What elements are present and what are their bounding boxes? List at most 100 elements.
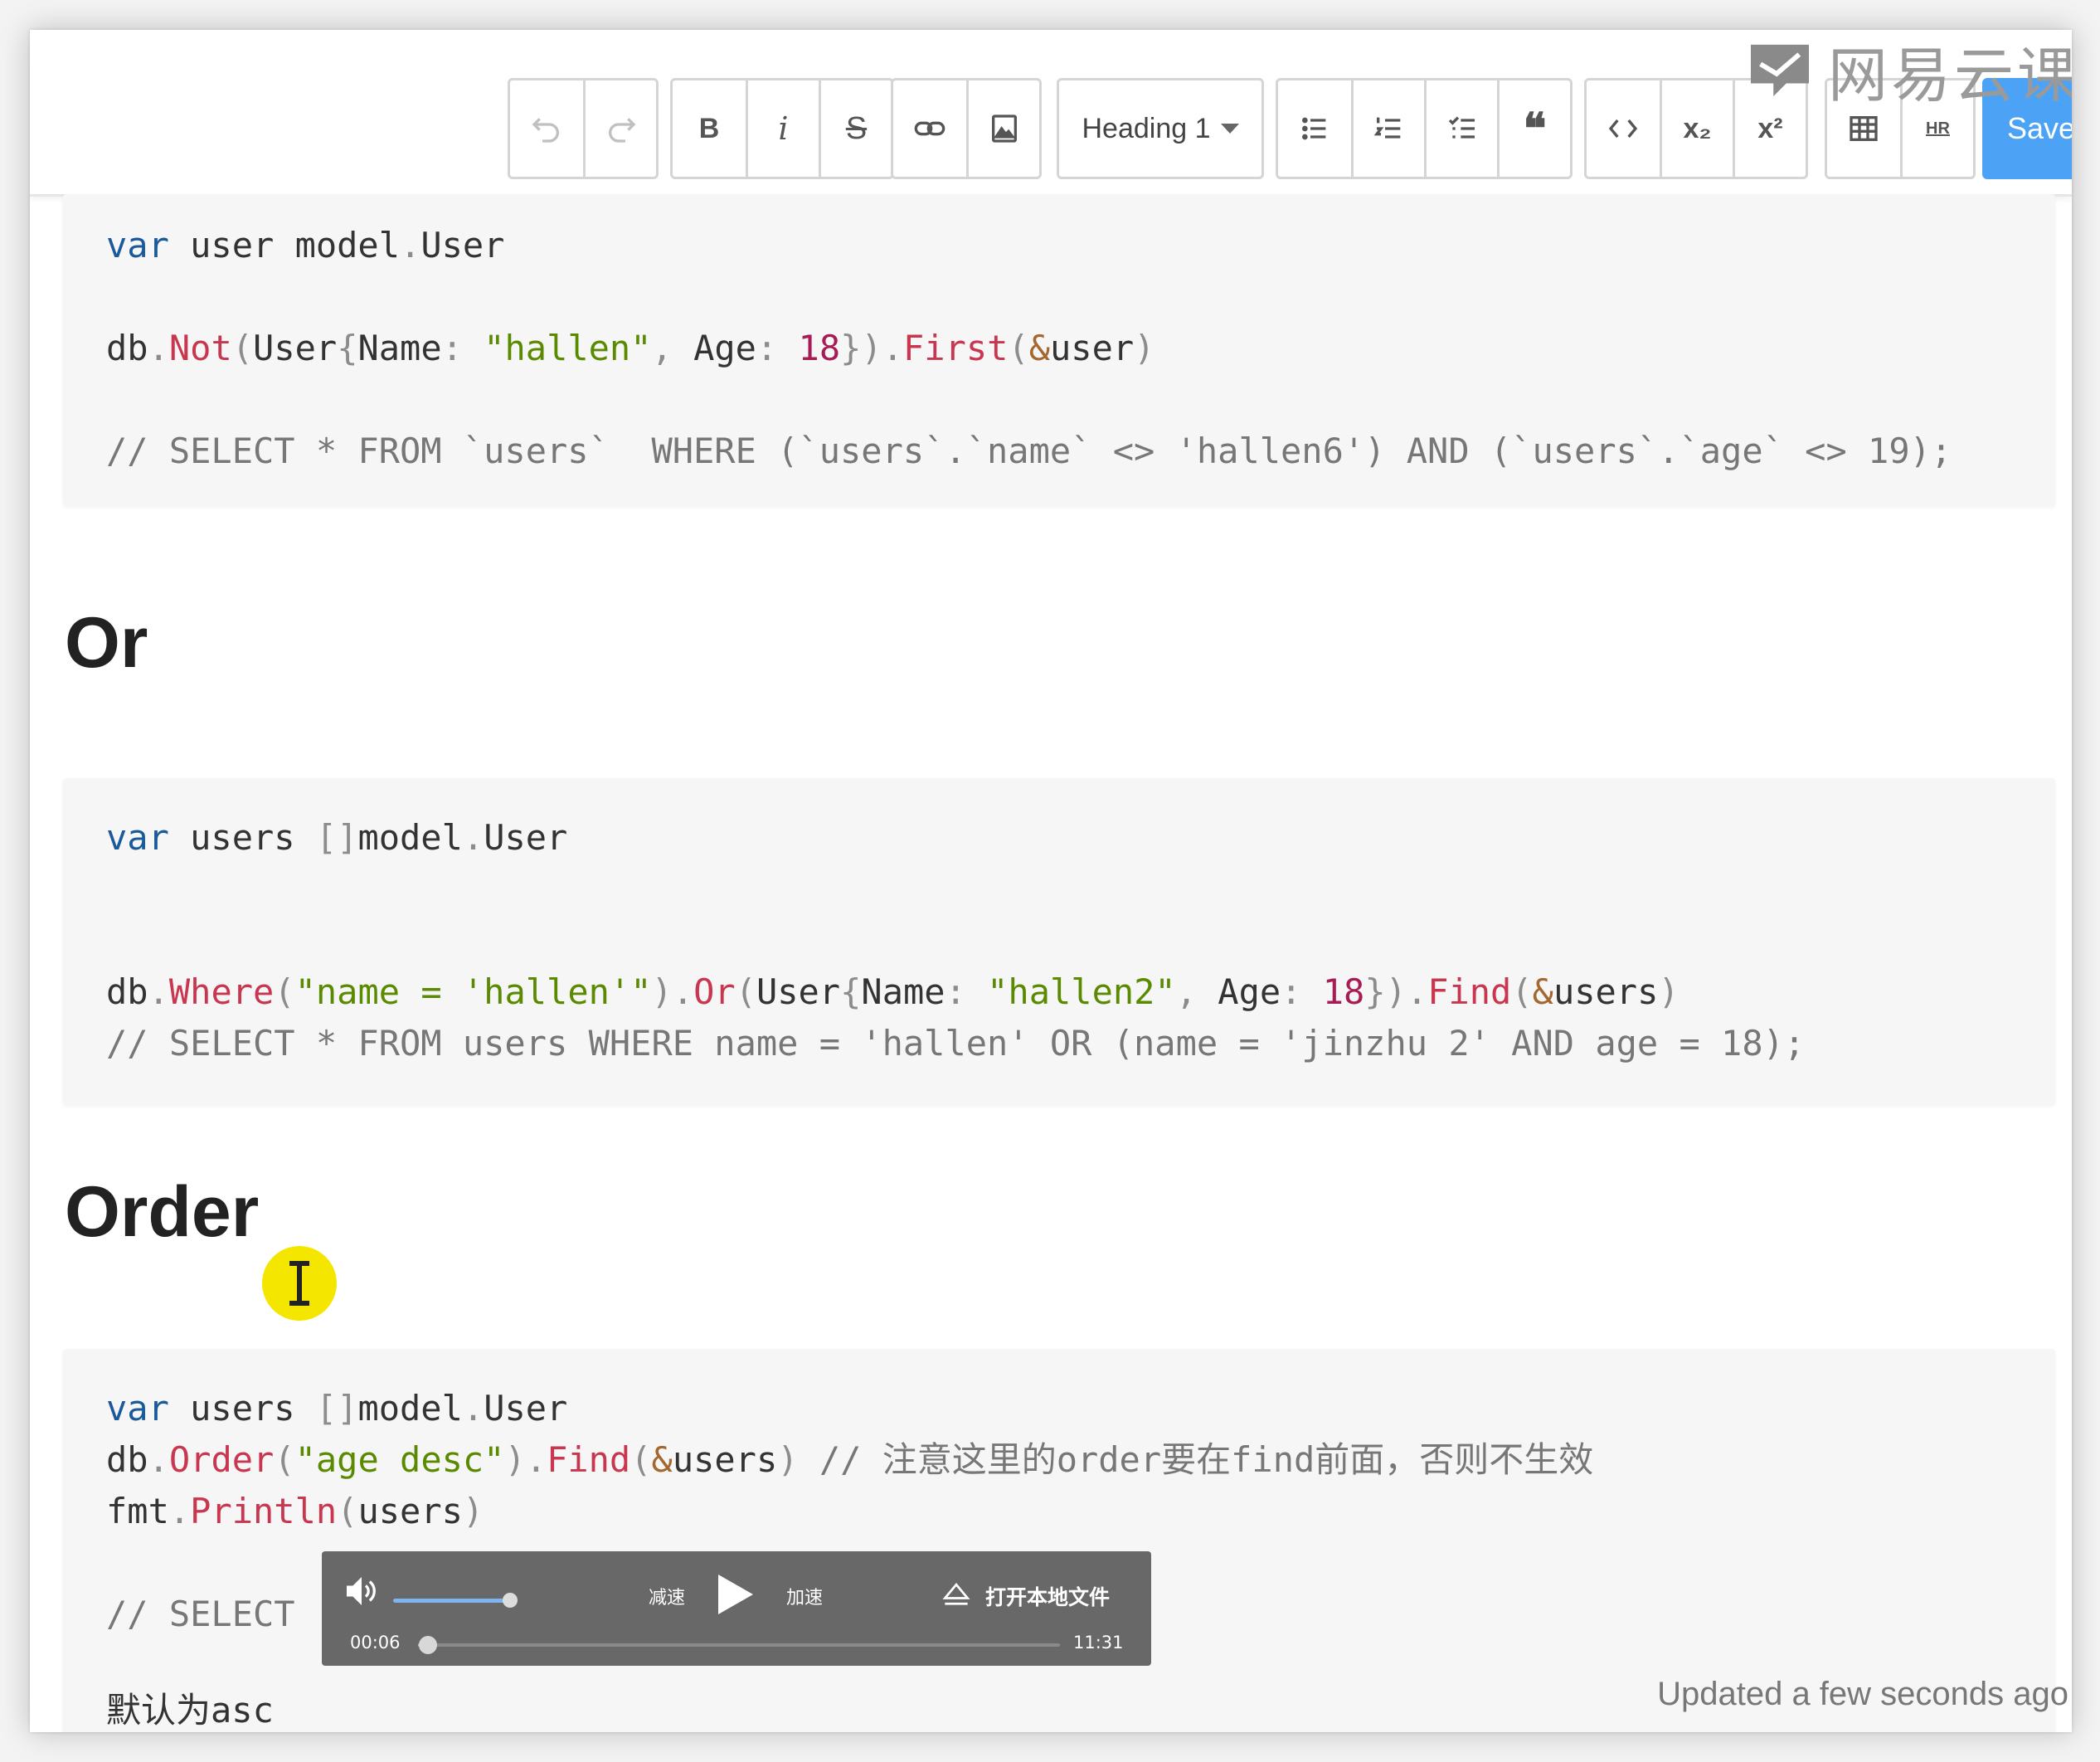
- eject-icon[interactable]: [942, 1581, 970, 1606]
- slow-down-button[interactable]: 减速: [649, 1583, 685, 1609]
- code-token: ): [777, 1439, 819, 1480]
- code-block-order[interactable]: var users []model.User db.Order("age des…: [63, 1349, 2055, 1732]
- code-token: User: [253, 328, 338, 368]
- list-group: ❝: [1276, 78, 1573, 179]
- code-token: :: [756, 328, 799, 368]
- code-token: .: [1406, 971, 1428, 1012]
- code-line: var users []model.User: [106, 1384, 567, 1433]
- code-line: db.Order("age desc").Find(&users) // 注意这…: [106, 1435, 1593, 1485]
- table-icon: [1850, 116, 1878, 141]
- code-token: []: [315, 817, 358, 858]
- code-token: ): [651, 971, 673, 1012]
- volume-slider[interactable]: [393, 1599, 518, 1603]
- bullet-list-icon: [1302, 117, 1326, 140]
- subscript-button[interactable]: x₂: [1660, 80, 1733, 177]
- code-token: :: [945, 971, 988, 1012]
- code-token: users: [168, 1388, 316, 1429]
- strikethrough-button[interactable]: S: [819, 80, 892, 177]
- ordered-list-icon: [1373, 117, 1400, 139]
- code-token: "hallen2": [987, 971, 1176, 1012]
- code-token: Find: [547, 1439, 631, 1480]
- code-token: model: [357, 817, 463, 858]
- code-token: ): [1658, 971, 1680, 1012]
- open-local-file-button[interactable]: 打开本地文件: [985, 1581, 1110, 1611]
- code-icon: [1608, 119, 1638, 139]
- corner-mark: wx: [2048, 1726, 2072, 1732]
- image-button[interactable]: [966, 80, 1039, 177]
- code-token: "age desc": [294, 1439, 505, 1480]
- code-token: // 注意这里的order要在find前面，否则不生效: [819, 1439, 1594, 1480]
- redo-button[interactable]: [583, 80, 656, 177]
- code-token: User: [420, 225, 505, 265]
- heading-or: Or: [65, 603, 148, 683]
- ordered-list-button[interactable]: [1351, 80, 1424, 177]
- code-line: db.Where("name = 'hallen'").Or(User{Name…: [106, 967, 1680, 1017]
- i-beam-cursor-icon: [289, 1261, 309, 1306]
- code-token: Age: [1218, 971, 1281, 1012]
- image-icon: [991, 114, 1017, 143]
- code-token: Find: [1427, 971, 1512, 1012]
- italic-button[interactable]: i: [746, 80, 819, 177]
- code-token: []: [315, 1388, 358, 1429]
- code-token: Age: [693, 328, 756, 368]
- code-token: &: [1028, 328, 1051, 368]
- play-icon[interactable]: [718, 1575, 753, 1614]
- volume-icon[interactable]: [345, 1576, 378, 1606]
- code-token: Or: [693, 971, 736, 1012]
- volume-slider-knob[interactable]: [503, 1593, 518, 1608]
- bold-button[interactable]: B: [673, 80, 746, 177]
- code-line: // SELECT: [106, 1589, 295, 1639]
- document-content[interactable]: var user model.User db.Not(User{Name: "h…: [30, 194, 2072, 1732]
- code-block-not[interactable]: var user model.User db.Not(User{Name: "h…: [63, 194, 2055, 506]
- code-token: Order: [168, 1439, 275, 1480]
- code-token: var: [106, 225, 169, 265]
- bullet-list-button[interactable]: [1278, 80, 1351, 177]
- undo-button[interactable]: [510, 80, 583, 177]
- current-time: 00:06: [350, 1633, 401, 1652]
- code-token: (: [630, 1439, 652, 1480]
- code-block-or[interactable]: var users []model.User db.Where("name = …: [63, 778, 2055, 1105]
- code-token: (: [274, 1439, 295, 1480]
- heading-dropdown[interactable]: Heading 1: [1057, 78, 1264, 179]
- code-token: (: [274, 971, 295, 1012]
- quote-icon: ❝: [1523, 103, 1547, 154]
- progress-knob[interactable]: [418, 1636, 437, 1654]
- task-list-button[interactable]: [1424, 80, 1497, 177]
- code-token: }): [840, 328, 882, 368]
- code-token: ,: [1175, 971, 1218, 1012]
- undo-icon: [532, 118, 559, 143]
- history-group: [508, 78, 659, 179]
- code-token: &: [1532, 971, 1553, 1012]
- code-token: .: [672, 971, 694, 1012]
- speed-up-button[interactable]: 加速: [786, 1583, 823, 1609]
- code-token: db: [106, 1439, 148, 1480]
- code-token: user model: [168, 225, 401, 265]
- code-line: var users []model.User: [106, 813, 567, 863]
- code-token: db: [106, 328, 148, 368]
- code-token: .: [148, 328, 169, 368]
- code-token: (: [231, 328, 254, 368]
- code-token: User: [484, 1388, 568, 1429]
- code-token: First: [902, 328, 1009, 368]
- code-token: .: [525, 1439, 547, 1480]
- text-cursor-indicator: [262, 1246, 337, 1321]
- code-token: (: [1511, 971, 1533, 1012]
- code-token: User: [484, 817, 568, 858]
- editor-window: B i S Heading 1 ❝ x₂ x² HR Save 网易云课 var…: [30, 30, 2072, 1732]
- code-line: fmt.Println(users): [106, 1487, 484, 1536]
- code-token: ,: [651, 328, 694, 368]
- progress-bar[interactable]: [418, 1643, 1060, 1647]
- code-token: users: [672, 1439, 778, 1480]
- code-token: user: [1050, 328, 1135, 368]
- code-token: &: [651, 1439, 673, 1480]
- code-token: Where: [168, 971, 275, 1012]
- code-line: // SELECT * FROM users WHERE name = 'hal…: [106, 1019, 1805, 1068]
- code-token: // SELECT: [106, 1594, 295, 1634]
- code-token: var: [106, 1388, 169, 1429]
- code-token: // SELECT * FROM users WHERE name = 'hal…: [106, 1023, 1806, 1064]
- code-token: .: [168, 1491, 191, 1531]
- code-token: .: [462, 1388, 484, 1429]
- blockquote-button[interactable]: ❝: [1497, 80, 1570, 177]
- link-button[interactable]: [893, 80, 966, 177]
- code-button[interactable]: [1587, 80, 1660, 177]
